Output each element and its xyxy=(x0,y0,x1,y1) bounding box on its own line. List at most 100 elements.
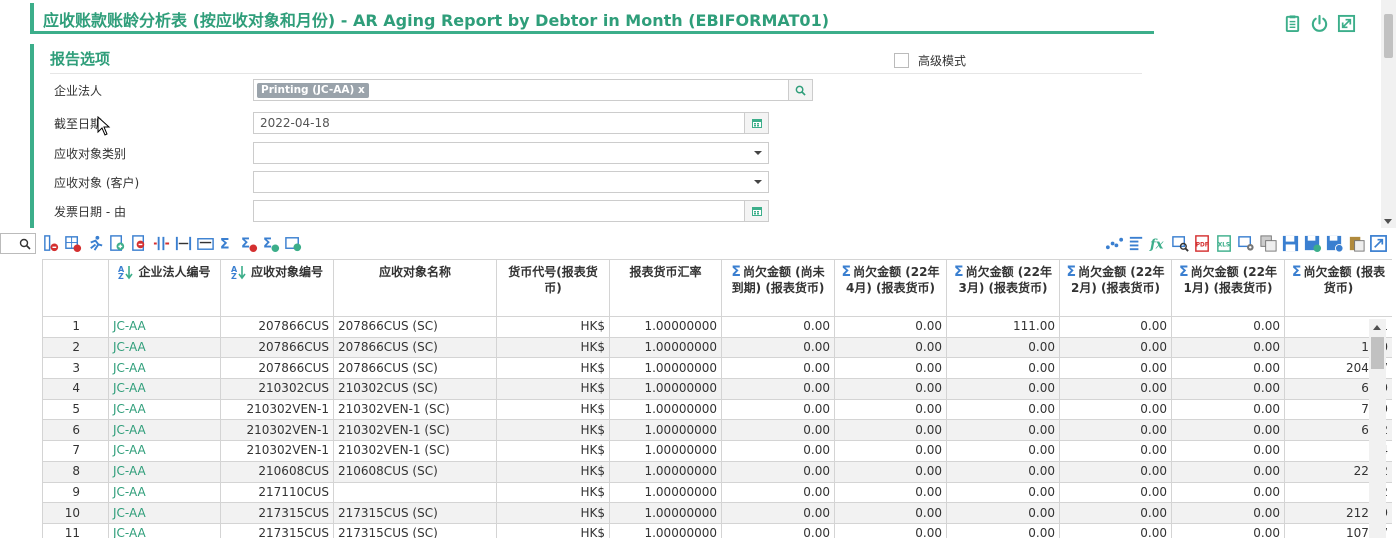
invoice-date-picker-button[interactable] xyxy=(744,201,768,221)
table-row[interactable]: 8 JC-AA 210608CUS 210608CUS (SC) HK$ 1.000000… xyxy=(42,460,1392,483)
xls-icon[interactable]: XLS xyxy=(1215,234,1234,253)
cell-entity[interactable]: JC-AA xyxy=(108,460,221,483)
split-columns-icon[interactable] xyxy=(152,234,171,253)
chevron-down-icon[interactable] xyxy=(754,151,762,155)
sum-icon[interactable]: Σ xyxy=(218,234,237,253)
cell-code: 217315CUS xyxy=(220,502,334,524)
copy-icon[interactable] xyxy=(1259,234,1278,253)
table-row[interactable]: 1 JC-AA 207866CUS 207866CUS (SC) HK$ 1.000000… xyxy=(42,316,1392,338)
cell-entity[interactable]: JC-AA xyxy=(108,481,221,504)
run-icon[interactable] xyxy=(86,234,105,253)
table-row[interactable]: 2 JC-AA 207866CUS 207866CUS (SC) HK$ 1.000000… xyxy=(42,336,1392,359)
entity-field[interactable]: Printing (JC-AA) x xyxy=(253,79,813,101)
sum-icon[interactable]: Σ xyxy=(842,264,852,280)
table-body: 1 JC-AA 207866CUS 207866CUS (SC) HK$ 1.000000… xyxy=(42,316,1392,538)
scroll-down-arrow-icon[interactable] xyxy=(1384,219,1392,224)
as-of-date-picker-button[interactable] xyxy=(744,113,768,133)
debtor-select[interactable] xyxy=(253,171,769,193)
table-row[interactable]: 10 JC-AA 217315CUS 217315CUS (SC) HK$ 1.00000… xyxy=(42,502,1392,524)
cell-entity[interactable]: JC-AA xyxy=(108,336,221,359)
debtor-type-select[interactable] xyxy=(253,142,769,164)
fullscreen-icon[interactable] xyxy=(1337,14,1356,33)
clipboard-icon[interactable] xyxy=(1283,14,1302,33)
column-header-label: 报表货币汇率 xyxy=(629,265,702,279)
table-row[interactable]: 3 JC-AA 207866CUS 207866CUS (SC) HK$ 1.000000… xyxy=(42,357,1392,380)
add-document-icon[interactable] xyxy=(108,234,127,253)
column-header-c2[interactable]: Σ 尚欠金额 (22年4月) (报表货币) xyxy=(834,259,947,317)
grid-search-input[interactable] xyxy=(0,233,36,254)
column-header-rate[interactable]: 报表货币汇率 xyxy=(609,259,722,317)
entity-search-button[interactable] xyxy=(788,80,812,100)
entity-tag[interactable]: Printing (JC-AA) x xyxy=(257,83,369,98)
chart-icon[interactable] xyxy=(1105,234,1124,253)
advanced-mode-checkbox[interactable] xyxy=(894,53,909,68)
sum-icon[interactable]: Σ xyxy=(954,264,964,280)
column-width-icon[interactable] xyxy=(196,234,215,253)
table-row[interactable]: 11 JC-AA 217315CUS 217315CUS (SC) HK$ 1.00000… xyxy=(42,522,1392,538)
save-as-icon[interactable] xyxy=(1325,234,1344,253)
pdf-icon[interactable]: PDF xyxy=(1193,234,1212,253)
settings-icon[interactable] xyxy=(1237,234,1256,253)
advanced-mode-toggle[interactable]: 高级模式 xyxy=(894,52,966,69)
cell-c4: 0.00 xyxy=(1059,481,1172,504)
save-icon[interactable] xyxy=(1281,234,1300,253)
column-header-code[interactable]: A Z 应收对象编号 xyxy=(220,259,334,317)
sum-icon[interactable]: Σ xyxy=(731,264,741,280)
sum-view-icon[interactable]: Σ xyxy=(262,234,281,253)
cell-entity[interactable]: JC-AA xyxy=(108,440,221,462)
cell-entity[interactable]: JC-AA xyxy=(108,378,221,400)
table-row[interactable]: 4 JC-AA 210302CUS 210302CUS (SC) HK$ 1.000000… xyxy=(42,378,1392,400)
cell-c5: 0.00 xyxy=(1171,419,1285,442)
table-row[interactable]: 5 JC-AA 210302VEN-1 210302VEN-1 (SC) HK$ 1.00… xyxy=(42,398,1392,421)
table-row[interactable]: 9 JC-AA 217110CUS HK$ 1.00000000 0.00 0.00 0.00… xyxy=(42,481,1392,504)
chevron-down-icon[interactable] xyxy=(754,180,762,184)
cell-idx: 5 xyxy=(42,398,109,421)
grid-scrollbar-thumb[interactable] xyxy=(1371,337,1384,369)
sum-icon[interactable]: Σ xyxy=(1067,264,1077,280)
remove-tag-icon[interactable]: x xyxy=(358,84,365,96)
page-scrollbar-thumb[interactable] xyxy=(1384,14,1393,58)
fit-columns-icon[interactable] xyxy=(174,234,193,253)
column-header-idx[interactable] xyxy=(42,259,109,317)
sum-icon[interactable]: Σ xyxy=(1179,264,1189,280)
remove-sum-icon[interactable]: Σ xyxy=(240,234,259,253)
remove-grid-icon[interactable] xyxy=(64,234,83,253)
cell-entity[interactable]: JC-AA xyxy=(108,522,221,538)
expand-grid-icon[interactable] xyxy=(1369,234,1388,253)
scroll-up-arrow-icon[interactable] xyxy=(1373,325,1381,330)
paste-icon[interactable] xyxy=(1347,234,1366,253)
column-header-c1[interactable]: Σ 尚欠金额 (尚未到期) (报表货币) xyxy=(721,259,835,317)
formula-icon[interactable]: fx xyxy=(1149,234,1168,253)
remove-column-icon[interactable] xyxy=(42,234,61,253)
page-scrollbar[interactable] xyxy=(1381,0,1396,228)
cell-c4: 0.00 xyxy=(1059,440,1172,462)
column-header-entity[interactable]: A Z 企业法人编号 xyxy=(108,259,221,317)
column-header-cur[interactable]: 货币代号(报表货币) xyxy=(496,259,610,317)
column-header-c5[interactable]: Σ 尚欠金额 (22年1月) (报表货币) xyxy=(1171,259,1285,317)
cell-entity[interactable]: JC-AA xyxy=(108,502,221,524)
filter-list-icon[interactable] xyxy=(1127,234,1146,253)
sum-icon[interactable]: Σ xyxy=(1292,264,1302,280)
cell-entity[interactable]: JC-AA xyxy=(108,398,221,421)
column-header-c4[interactable]: Σ 尚欠金额 (22年2月) (报表货币) xyxy=(1059,259,1172,317)
cell-entity[interactable]: JC-AA xyxy=(108,316,221,338)
save-new-icon[interactable] xyxy=(1303,234,1322,253)
grid-scrollbar[interactable] xyxy=(1369,319,1386,538)
refresh-grid-icon[interactable] xyxy=(284,234,303,253)
column-header-c6[interactable]: Σ 尚欠金额 (报表货币) xyxy=(1284,259,1392,317)
column-header-c3[interactable]: Σ 尚欠金额 (22年3月) (报表货币) xyxy=(946,259,1060,317)
cell-entity[interactable]: JC-AA xyxy=(108,357,221,380)
delete-document-icon[interactable] xyxy=(130,234,149,253)
cell-idx: 6 xyxy=(42,419,109,442)
entity-tag-text: Printing (JC-AA) xyxy=(261,84,355,96)
cell-name: 207866CUS (SC) xyxy=(333,316,497,338)
search-grid-icon[interactable] xyxy=(1171,234,1190,253)
cell-entity[interactable]: JC-AA xyxy=(108,419,221,442)
invoice-date-from-field[interactable] xyxy=(253,200,769,222)
column-header-name[interactable]: 应收对象名称 xyxy=(333,259,497,317)
table-row[interactable]: 7 JC-AA 210302VEN-1 210302VEN-1 (SC) HK$ 1.00… xyxy=(42,440,1392,462)
cell-name: 210302VEN-1 (SC) xyxy=(333,440,497,462)
as-of-date-field[interactable]: 2022-04-18 xyxy=(253,112,769,134)
table-row[interactable]: 6 JC-AA 210302VEN-1 210302VEN-1 (SC) HK$ 1.00… xyxy=(42,419,1392,442)
power-icon[interactable] xyxy=(1310,14,1329,33)
